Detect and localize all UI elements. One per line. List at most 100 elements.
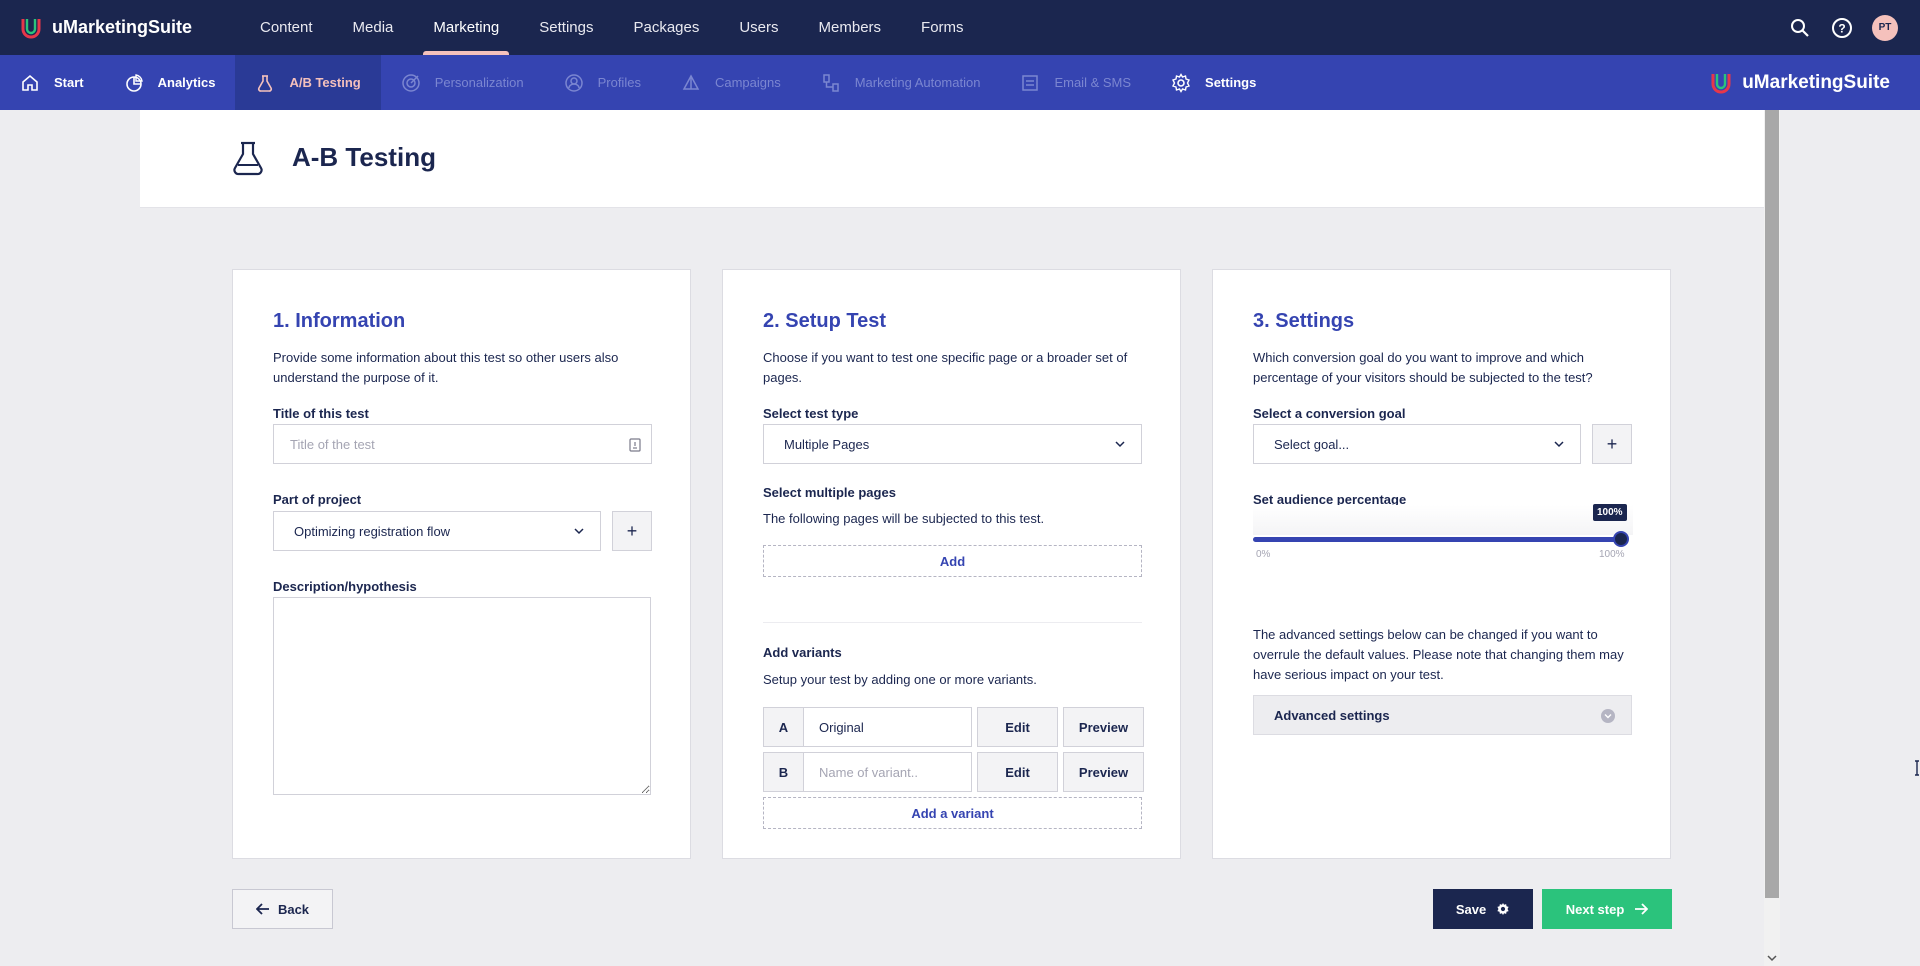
svg-text:?: ? [1838,21,1845,35]
slider-background [1253,505,1633,535]
subnav-personalization[interactable]: Personalization [381,55,544,110]
variants-description: Setup your test by adding one or more va… [763,672,1037,687]
chevron-down-icon [1115,441,1125,448]
subnav-ab-testing[interactable]: A/B Testing [235,55,381,110]
subnav-settings[interactable]: Settings [1151,55,1276,110]
description-label: Description/hypothesis [273,579,417,594]
help-icon[interactable]: ? [1830,16,1854,40]
topnav-members[interactable]: Members [799,0,902,55]
automation-icon [822,73,839,92]
advanced-settings-toggle[interactable]: Advanced settings [1253,695,1632,735]
topnav-label: Media [352,19,394,36]
subnav-label: Settings [1205,75,1257,90]
topnav-label: Settings [539,19,594,36]
brand-name: uMarketingSuite [52,17,193,37]
profile-icon [564,73,583,92]
subnav-start[interactable]: Start [0,55,104,110]
chevron-down-icon[interactable] [1767,953,1777,963]
add-goal-button[interactable]: + [1592,424,1632,464]
variant-name-input[interactable]: Name of variant.. [804,752,972,792]
audience-slider-track[interactable] [1253,537,1621,542]
topnav-content[interactable]: Content [240,0,333,55]
subnav-label: Marketing Automation [854,75,981,90]
topnav-label: Packages [633,19,700,36]
topnav-forms[interactable]: Forms [901,0,984,55]
topnav-packages[interactable]: Packages [613,0,719,55]
umarketingsuite-logo-icon [21,18,41,38]
save-button[interactable]: Save [1433,889,1533,929]
subnav-marketing-automation[interactable]: Marketing Automation [801,55,1001,110]
edit-variant-button[interactable]: Edit [977,707,1058,747]
brand-name: uMarketingSuite [1742,71,1890,93]
subnav-campaigns[interactable]: Campaigns [661,55,801,110]
topnav-label: Marketing [433,19,500,36]
title-label: Title of this test [273,406,369,421]
title-input-placeholder: Title of the test [290,436,375,452]
test-type-label: Select test type [763,406,859,421]
pages-description: The following pages will be subjected to… [763,511,1045,526]
subnav-profiles[interactable]: Profiles [544,55,661,110]
pie-chart-icon [125,73,143,92]
home-icon [22,74,38,91]
marketing-sub-navigation: Start Analytics A/B Testing Personalizat… [0,55,1920,110]
subnav-label: A/B Testing [289,75,361,90]
add-variant-button[interactable]: Add a variant [763,797,1142,829]
slider-min-label: 0% [1256,549,1271,560]
project-select[interactable]: Optimizing registration flow [273,511,601,551]
gear-icon [1497,903,1509,915]
topnav-label: Members [818,19,882,36]
goal-select[interactable]: Select goal... [1253,424,1581,464]
flask-icon [233,141,263,176]
brand[interactable]: uMarketingSuite [18,15,240,41]
topnav-users[interactable]: Users [719,0,798,55]
subnav-label: Profiles [597,75,641,90]
search-icon[interactable] [1788,16,1812,40]
subnav-label: Analytics [157,75,216,90]
setup-description: Choose if you want to test one specific … [763,350,1128,385]
chevron-down-icon [1601,709,1615,723]
top-navigation-bar: uMarketingSuite Content Media Marketing … [0,0,1920,55]
next-step-button[interactable]: Next step [1542,889,1672,929]
arrow-left-icon [255,903,269,915]
flask-icon [258,74,273,92]
save-label: Save [1455,901,1487,917]
scrollbar-thumb[interactable] [1765,110,1779,898]
goal-select-placeholder: Select goal... [1274,436,1350,452]
subnav-analytics[interactable]: Analytics [104,55,236,110]
information-heading: 1. Information [273,310,406,332]
edit-variant-button[interactable]: Edit [977,752,1058,792]
text-field-icon [629,438,641,452]
pages-label: Select multiple pages [763,485,896,500]
topnav-label: Content [260,19,313,36]
subnav-label: Start [54,75,84,90]
add-page-button[interactable]: Add [763,545,1142,577]
variant-letter: A [763,707,804,747]
topnav-marketing[interactable]: Marketing [413,0,519,55]
subnav-email-sms[interactable]: Email & SMS [1000,55,1151,110]
avatar[interactable]: PT [1872,14,1898,41]
back-button[interactable]: Back [232,889,333,929]
topnav-settings[interactable]: Settings [519,0,613,55]
settings-description: Which conversion goal do you want to imp… [1253,350,1593,385]
settings-card: 3. Settings Which conversion goal do you… [1212,269,1671,859]
chevron-down-icon [574,528,584,535]
description-textarea[interactable] [273,597,651,795]
topnav-media[interactable]: Media [333,0,414,55]
test-type-select[interactable]: Multiple Pages [763,424,1142,464]
arrow-right-icon [1635,903,1649,915]
variant-name-input[interactable]: Original [804,707,972,747]
vertical-scrollbar[interactable] [1764,110,1780,966]
page-title: A-B Testing [292,142,436,172]
page-header: A-B Testing [140,110,1764,208]
sub-menu: Start Analytics A/B Testing Personalizat… [0,55,1276,110]
divider [763,622,1142,623]
subnav-label: Email & SMS [1054,75,1132,90]
title-input[interactable]: Title of the test [273,424,652,464]
preview-variant-button[interactable]: Preview [1063,707,1144,747]
advanced-description: The advanced settings below can be chang… [1253,627,1624,682]
add-project-button[interactable]: + [612,511,652,551]
subnav-label: Personalization [434,75,524,90]
audience-slider-handle[interactable] [1613,531,1629,547]
sub-brand: uMarketingSuite [1708,55,1890,110]
preview-variant-button[interactable]: Preview [1063,752,1144,792]
